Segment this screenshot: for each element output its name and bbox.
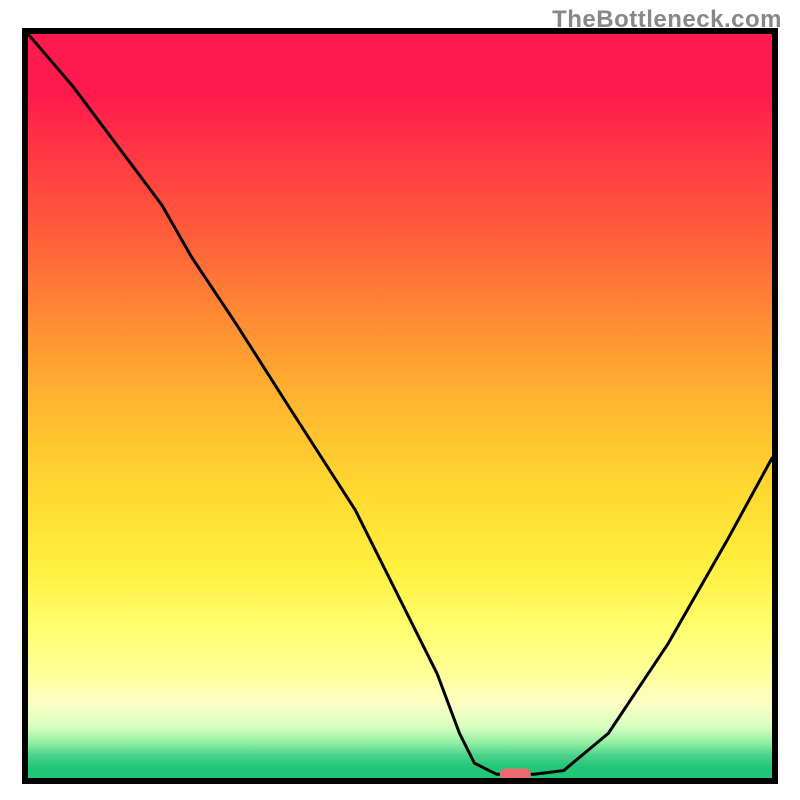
- plot-frame: [22, 28, 778, 784]
- plot-overlay: [28, 34, 772, 778]
- bottleneck-curve: [28, 34, 772, 774]
- minimum-marker: [500, 768, 531, 778]
